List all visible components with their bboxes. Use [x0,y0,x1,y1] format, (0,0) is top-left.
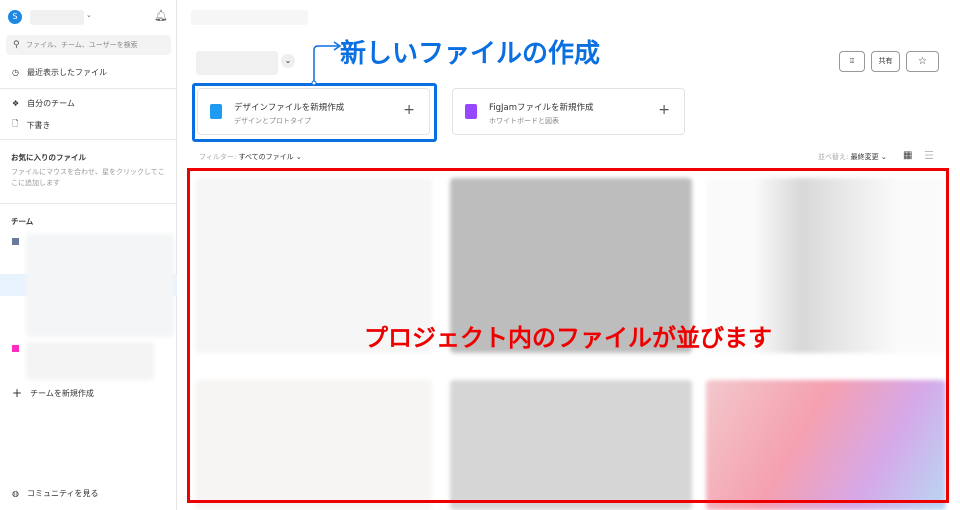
team-color-icon [12,238,19,245]
plus-icon: + [658,102,670,118]
sidebar-item-recent[interactable]: ◷ 最近表示したファイル [12,67,107,78]
divider [0,203,176,204]
figjam-file-icon [465,104,477,119]
list-view-icon[interactable]: ☰ [924,149,934,162]
favorites-hint: ファイルにマウスを合わせ、星をクリックしてここに追加します [11,168,165,187]
plus-icon: + [12,386,23,400]
filter-label: フィルター: [199,153,237,161]
search-icon: ⚲ [13,40,20,50]
figma-icon: ❖ [12,99,20,108]
divider [0,88,176,89]
annotation-new-file: 新しいファイルの作成 [340,39,601,69]
chevron-down-icon[interactable]: ⌄ [86,11,92,19]
globe-icon: ◍ [12,489,19,498]
sort-value: 最終変更 [850,153,879,161]
new-team-button[interactable]: + チームを新規作成 [12,386,94,400]
import-button[interactable]: ⍗ [839,51,865,72]
file-icon: 🗋 [12,119,19,128]
new-figjam-file-card[interactable]: FigJamファイルを新規作成 ホワイトボードと図表 + [452,88,685,135]
annotation-arrow [311,41,342,86]
filter-value: すべてのファイル [238,153,294,161]
divider [0,139,176,140]
team-list-redacted [26,234,174,337]
account-name-redacted[interactable] [30,10,84,25]
teams-title: チーム [11,217,34,226]
chevron-down-icon[interactable]: ⌄ [281,54,295,68]
sidebar: S ⌄ 🔔︎ ⚲ ファイル、チーム、ユーザーを検索 ◷ 最近表示したファイル ❖ 自分… [0,0,177,510]
breadcrumb-redacted [191,10,308,25]
card-title: FigJamファイルを新規作成 [489,103,594,113]
team-redacted [26,342,154,380]
import-icon: ⍗ [849,57,855,65]
share-button[interactable]: 共有 [871,51,900,72]
search-input[interactable]: ⚲ ファイル、チーム、ユーザーを検索 [6,35,171,55]
favorites-title: お気に入りのファイル [11,153,86,162]
community-link[interactable]: ◍ コミュニティを見る [12,488,99,499]
community-label: コミュニティを見る [26,489,99,498]
favorite-button[interactable]: ☆ [906,51,939,72]
filter-dropdown[interactable]: フィルター: すべてのファイル ⌄ [199,152,302,162]
annotation-files: プロジェクト内のファイルが並びます [364,324,772,352]
sidebar-item-label: 下書き [26,120,51,130]
new-team-label: チームを新規作成 [30,388,94,398]
grid-view-icon[interactable]: ▦ [903,150,912,161]
team-color-icon [12,345,19,352]
clock-icon: ◷ [12,68,19,77]
sort-dropdown[interactable]: 並べ替え: 最終変更 ⌄ [818,152,887,162]
sidebar-item-my-team[interactable]: ❖ 自分のチーム [12,98,75,109]
project-title-redacted [196,51,278,75]
star-icon: ☆ [918,56,927,67]
card-subtitle: ホワイトボードと図表 [489,117,559,125]
avatar[interactable]: S [8,10,22,24]
sidebar-item-drafts[interactable]: 🗋 下書き [12,118,50,132]
sort-label: 並べ替え: [818,153,849,161]
sidebar-item-label: 自分のチーム [27,99,75,108]
bell-icon[interactable]: 🔔︎ [154,9,168,22]
search-placeholder: ファイル、チーム、ユーザーを検索 [26,41,138,49]
sidebar-item-label: 最近表示したファイル [26,68,107,77]
new-file-highlight-box [192,83,437,142]
